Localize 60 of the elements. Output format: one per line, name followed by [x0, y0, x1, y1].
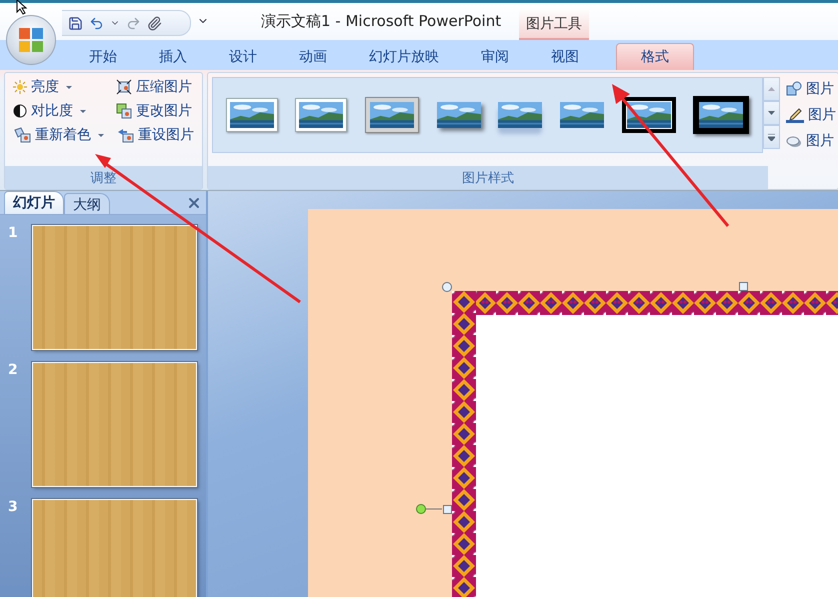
compress-picture-icon — [116, 79, 132, 95]
picture-style-thumbnail[interactable] — [436, 102, 481, 128]
ribbon-tab[interactable]: 设计 — [208, 42, 278, 70]
expand-icon — [768, 134, 775, 140]
ribbon-command[interactable]: 亮度 — [11, 77, 106, 97]
resize-handle[interactable] — [442, 282, 452, 292]
picture-style-thumbnail[interactable] — [560, 102, 604, 128]
slide-thumbnail[interactable] — [32, 225, 197, 350]
ribbon-tab[interactable]: 开始 — [68, 42, 138, 70]
slide-thumbnail[interactable] — [32, 499, 197, 597]
resize-handle[interactable] — [443, 505, 452, 514]
slide-number: 2 — [8, 362, 19, 380]
attach-icon[interactable] — [147, 16, 162, 30]
picture-style-thumbnail[interactable] — [295, 98, 348, 132]
picture-style-thumbnail[interactable] — [365, 97, 420, 133]
contextual-tab-header: 图片工具 — [519, 8, 589, 40]
slide-thumbnail[interactable] — [32, 362, 197, 487]
more-button[interactable] — [763, 125, 780, 149]
ribbon-command[interactable]: 重设图片 — [114, 125, 196, 145]
ribbon-command[interactable]: 图片 — [784, 105, 838, 125]
slide-number: 1 — [8, 225, 19, 243]
contrast-icon — [13, 104, 27, 118]
ribbon-tab[interactable]: 动画 — [278, 42, 348, 70]
office-logo-icon — [18, 27, 44, 53]
ribbon-command[interactable]: 图片 — [784, 131, 838, 151]
pane-tab[interactable]: 幻灯片 — [4, 191, 64, 214]
picture-style-thumbnail[interactable] — [622, 97, 676, 133]
picture-style-thumbnail[interactable] — [498, 102, 542, 128]
ribbon-command[interactable]: 对比度 — [11, 101, 106, 121]
slide-number: 3 — [8, 499, 19, 517]
save-icon[interactable] — [68, 16, 83, 30]
ribbon-command[interactable]: 更改图片 — [114, 101, 196, 121]
scroll-down-button[interactable] — [763, 101, 780, 125]
shapes-icon — [786, 81, 802, 97]
group-label: 图片样式 — [208, 166, 768, 189]
ribbon-command[interactable]: 重新着色 — [11, 125, 106, 145]
rotation-handle[interactable] — [416, 504, 442, 514]
recolor-icon — [13, 127, 31, 143]
pane-tab[interactable]: 大纲 — [64, 193, 110, 214]
picture-style-thumbnail[interactable] — [693, 96, 750, 134]
undo-icon[interactable] — [89, 16, 104, 30]
ribbon-command[interactable]: 图片 — [784, 79, 838, 99]
ribbon-tab[interactable]: 插入 — [138, 42, 208, 70]
ribbon-tab[interactable]: 幻灯片放映 — [348, 42, 460, 70]
ribbon-tab[interactable]: 视图 — [530, 42, 600, 70]
down-arrow-icon — [768, 111, 775, 115]
picture-style-thumbnail[interactable] — [226, 98, 278, 132]
up-arrow-icon — [768, 87, 775, 91]
ribbon-command[interactable]: 压缩图片 — [114, 77, 196, 97]
sun-icon — [13, 80, 27, 94]
window-title: 演示文稿1 - Microsoft PowerPoint — [261, 12, 502, 31]
pencil-border-icon — [786, 107, 804, 123]
change-picture-icon — [116, 103, 132, 119]
mouse-cursor-icon — [16, 0, 28, 15]
office-button[interactable] — [6, 15, 56, 65]
ribbon-tab[interactable]: 格式 — [616, 43, 694, 70]
reset-picture-icon — [116, 127, 134, 143]
resize-handle[interactable] — [739, 282, 748, 291]
ribbon-tab[interactable]: 审阅 — [460, 42, 530, 70]
group-label: 调整 — [5, 166, 202, 189]
